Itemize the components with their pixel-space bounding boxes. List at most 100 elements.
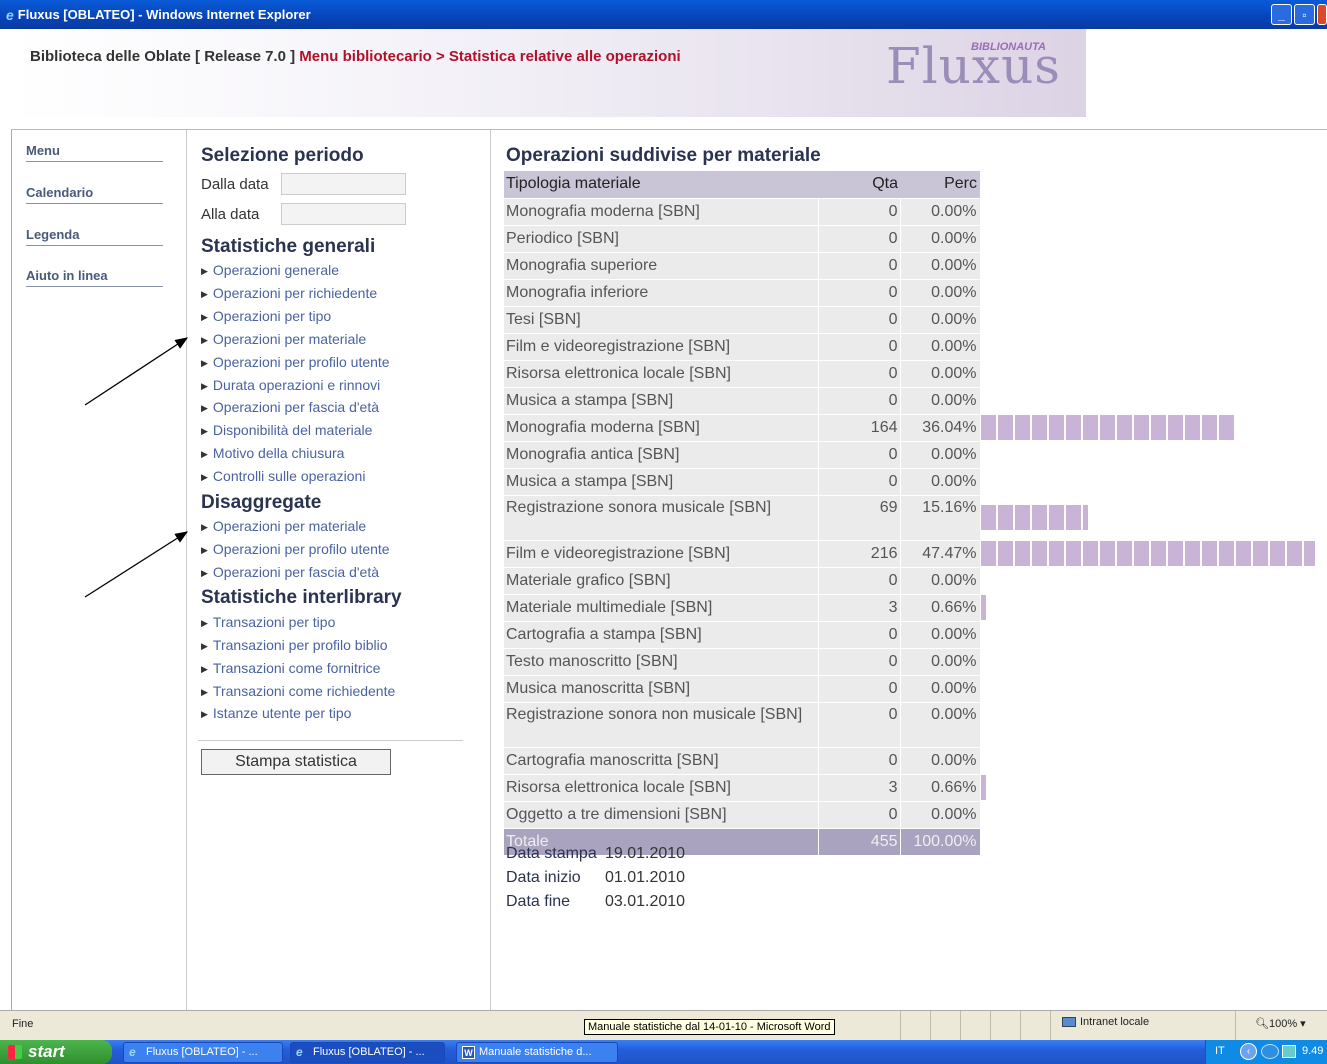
- status-text: Fine: [12, 1018, 34, 1030]
- sidebar-item-legenda[interactable]: Legenda: [26, 227, 163, 246]
- cell-qta: 0: [818, 702, 901, 748]
- cell-qta: 0: [818, 621, 901, 649]
- intranet-icon: [1062, 1017, 1076, 1027]
- link-operazioni-fascia-eta[interactable]: ▶ Operazioni per fascia d'età: [201, 399, 379, 415]
- triangle-right-icon: ▶: [201, 266, 208, 276]
- alla-data-label: Alla data: [201, 206, 260, 223]
- bar-cell: [980, 540, 1320, 567]
- bar-cell: [980, 198, 1320, 225]
- internet-explorer-icon: e: [129, 1045, 136, 1059]
- cell-qta: 0: [818, 387, 901, 415]
- zoom-level[interactable]: 🔍︎100% ▾: [1255, 1017, 1306, 1030]
- table-row: Materiale multimediale [SBN] 3 0.66%: [504, 594, 1320, 622]
- table-header-row: Tipologia materiale Qta Perc: [504, 171, 1320, 199]
- bar-cell: [980, 414, 1320, 441]
- tray-app-icon[interactable]: [1282, 1045, 1296, 1058]
- link-controlli-operazioni[interactable]: ▶ Controlli sulle operazioni: [201, 468, 365, 484]
- bar-cell: [980, 594, 1320, 621]
- language-indicator[interactable]: IT: [1215, 1045, 1225, 1057]
- cell-qta: 0: [818, 306, 901, 334]
- cell-tipologia: Registrazione sonora non musicale [SBN]: [504, 702, 819, 748]
- percentage-bar: [980, 541, 1315, 566]
- sidebar-item-aiuto[interactable]: Aiuto in linea: [26, 268, 163, 287]
- dalla-data-input[interactable]: [281, 173, 406, 195]
- table-row: Monografia moderna [SBN] 164 36.04%: [504, 414, 1320, 442]
- link-motivo-chiusura[interactable]: ▶ Motivo della chiusura: [201, 445, 344, 461]
- table-row: Monografia antica [SBN] 0 0.00%: [504, 441, 1320, 469]
- link-disaggregate-profilo-utente[interactable]: ▶ Operazioni per profilo utente: [201, 541, 390, 557]
- alla-data-input[interactable]: [281, 203, 406, 225]
- stampa-statistica-button[interactable]: Stampa statistica: [201, 749, 391, 775]
- link-disaggregate-materiale[interactable]: ▶ Operazioni per materiale: [201, 518, 366, 534]
- link-operazioni-richiedente[interactable]: ▶ Operazioni per richiedente: [201, 285, 377, 301]
- minimize-button[interactable]: _: [1271, 4, 1292, 25]
- main-content: Operazioni suddivise per materiale Tipol…: [492, 130, 1327, 1010]
- cell-tipologia: Materiale multimediale [SBN]: [504, 594, 819, 622]
- link-operazioni-tipo[interactable]: ▶ Operazioni per tipo: [201, 308, 331, 324]
- security-zone[interactable]: Intranet locale: [1062, 1016, 1149, 1028]
- internet-explorer-icon: e: [6, 6, 14, 23]
- link-operazioni-materiale[interactable]: ▶ Operazioni per materiale: [201, 331, 366, 347]
- cell-qta: 0: [818, 648, 901, 676]
- taskbar-tooltip: Manuale statistiche dal 14-01-10 - Micro…: [584, 1019, 835, 1035]
- windows-logo-icon: [8, 1045, 22, 1059]
- link-disponibilita-materiale[interactable]: ▶ Disponibilità del materiale: [201, 422, 372, 438]
- link-durata-operazioni[interactable]: ▶ Durata operazioni e rinnovi: [201, 377, 380, 393]
- table-row: Film e videoregistrazione [SBN] 216 47.47%: [504, 540, 1320, 568]
- cell-qta: 0: [818, 333, 901, 361]
- taskbar-item-word[interactable]: W Manuale statistiche d...: [456, 1042, 618, 1063]
- link-transazioni-tipo[interactable]: ▶ Transazioni per tipo: [201, 614, 335, 630]
- link-transazioni-richiedente[interactable]: ▶ Transazioni come richiedente: [201, 683, 395, 699]
- link-istanze-utente[interactable]: ▶ Istanze utente per tipo: [201, 705, 351, 721]
- cell-tipologia: Monografia antica [SBN]: [504, 441, 819, 469]
- cell-tipologia: Materiale grafico [SBN]: [504, 567, 819, 595]
- link-operazioni-profilo-utente[interactable]: ▶ Operazioni per profilo utente: [201, 354, 390, 370]
- meta-data-inizio: Data inizio 01.01.2010: [506, 869, 686, 886]
- column-header-qta: Qta: [818, 171, 900, 199]
- cell-qta: 0: [818, 567, 901, 595]
- taskbar-item-ie-2[interactable]: e Fluxus [OBLATEO] - ...: [290, 1042, 445, 1063]
- triangle-right-icon: ▶: [201, 358, 208, 368]
- link-transazioni-profilo-biblio[interactable]: ▶ Transazioni per profilo biblio: [201, 637, 388, 653]
- cell-perc: 0.00%: [900, 279, 981, 307]
- cell-qta: 0: [818, 468, 901, 496]
- cell-perc: 0.00%: [900, 567, 981, 595]
- triangle-right-icon: ▶: [201, 618, 208, 628]
- triangle-right-icon: ▶: [201, 312, 208, 322]
- section-title-periodo: Selezione periodo: [201, 145, 364, 166]
- link-operazioni-generale[interactable]: ▶ Operazioni generale: [201, 262, 339, 278]
- cell-perc: 15.16%: [900, 495, 981, 541]
- link-disaggregate-fascia-eta[interactable]: ▶ Operazioni per fascia d'età: [201, 564, 379, 580]
- cell-perc: 0.00%: [900, 360, 981, 388]
- show-hidden-icons-button[interactable]: ‹: [1240, 1043, 1257, 1060]
- sidebar-item-menu[interactable]: Menu: [26, 143, 163, 162]
- close-button[interactable]: [1317, 4, 1327, 25]
- window-titlebar[interactable]: e Fluxus [OBLATEO] - Windows Internet Ex…: [0, 0, 1327, 29]
- percentage-bar: [980, 415, 1235, 440]
- maximize-button[interactable]: ▫: [1294, 4, 1315, 25]
- sidebar-item-calendario[interactable]: Calendario: [26, 185, 163, 204]
- cell-qta: 0: [818, 360, 901, 388]
- cell-total-perc: 100.00%: [900, 828, 981, 856]
- bar-cell: [980, 801, 1320, 828]
- table-row: Risorsa elettronica locale [SBN] 3 0.66%: [504, 774, 1320, 802]
- table-row: Tesi [SBN] 0 0.00%: [504, 306, 1320, 334]
- taskbar-item-ie-1[interactable]: e Fluxus [OBLATEO] - ...: [123, 1042, 283, 1063]
- cell-tipologia: Film e videoregistrazione [SBN]: [504, 333, 819, 361]
- table-row: Monografia superiore 0 0.00%: [504, 252, 1320, 280]
- start-button[interactable]: start: [0, 1040, 112, 1064]
- cell-tipologia: Risorsa elettronica locale [SBN]: [504, 360, 819, 388]
- cell-tipologia: Cartografia manoscritta [SBN]: [504, 747, 819, 775]
- table-row: Registrazione sonora musicale [SBN] 69 15.…: [504, 495, 1320, 541]
- cell-tipologia: Cartografia a stampa [SBN]: [504, 621, 819, 649]
- link-transazioni-fornitrice[interactable]: ▶ Transazioni come fornitrice: [201, 660, 380, 676]
- table-row: Oggetto a tre dimensioni [SBN] 0 0.00%: [504, 801, 1320, 829]
- network-icon[interactable]: [1261, 1044, 1279, 1059]
- triangle-right-icon: ▶: [201, 687, 208, 697]
- bar-cell: [980, 774, 1320, 801]
- bar-cell: [980, 567, 1320, 594]
- cell-qta: 0: [818, 675, 901, 703]
- breadcrumb: Biblioteca delle Oblate [ Release 7.0 ] …: [30, 48, 681, 65]
- bar-cell: [980, 747, 1320, 774]
- table-row: Cartografia a stampa [SBN] 0 0.00%: [504, 621, 1320, 649]
